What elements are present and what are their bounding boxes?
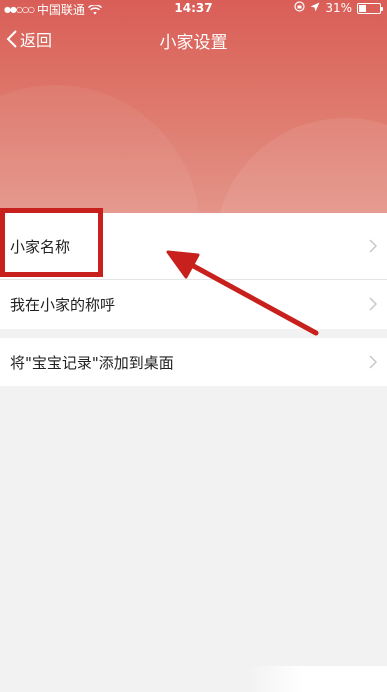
watermark: [247, 666, 387, 692]
battery-icon: [357, 2, 383, 14]
settings-item-add-to-desktop[interactable]: 将"宝宝记录"添加到桌面: [0, 338, 387, 386]
location-icon: [310, 1, 320, 15]
settings-item-my-nickname[interactable]: 我在小家的称呼: [0, 279, 387, 329]
orientation-lock-icon: [294, 1, 305, 15]
header-banner: ●●○○○ 中国联通 14:37 31% 返回 小家设置: [0, 0, 387, 213]
page-title: 小家设置: [159, 33, 228, 53]
settings-item-label: 我在小家的称呼: [10, 295, 116, 314]
chevron-right-icon: [369, 355, 377, 369]
chevron-right-icon: [369, 239, 377, 253]
navigation-bar: 返回 小家设置: [0, 18, 387, 62]
settings-group: 将"宝宝记录"添加到桌面: [0, 338, 387, 386]
decorative-circle: [215, 118, 387, 213]
battery-percent: 31%: [325, 1, 352, 15]
decorative-circle: [0, 85, 200, 213]
chevron-right-icon: [369, 297, 377, 311]
status-bar: ●●○○○ 中国联通 14:37 31%: [0, 0, 387, 18]
settings-item-label: 将"宝宝记录"添加到桌面: [10, 353, 174, 372]
annotation-highlight-box: [0, 208, 103, 277]
status-right: 31%: [294, 1, 383, 15]
